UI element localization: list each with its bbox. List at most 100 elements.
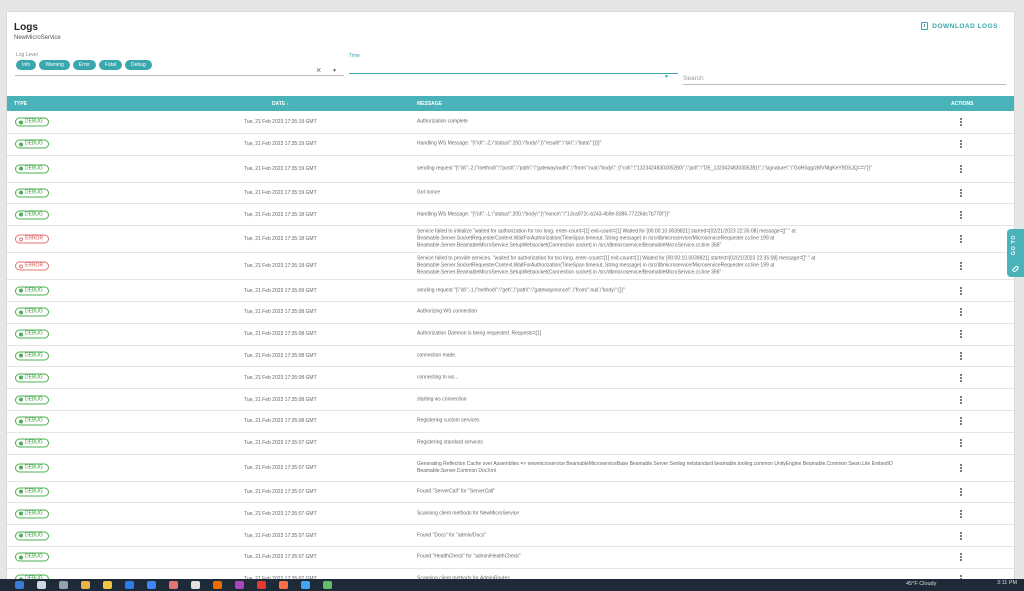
more-actions-icon[interactable] bbox=[960, 373, 963, 383]
log-level-label: Log Level bbox=[16, 52, 38, 58]
column-actions: ACTIONS bbox=[951, 101, 974, 107]
log-date: Tue, 21 Feb 2023 17:35:18 GMT bbox=[244, 263, 317, 270]
task-view-icon[interactable] bbox=[59, 581, 68, 589]
debug-icon bbox=[19, 310, 23, 315]
debug-icon bbox=[19, 397, 23, 402]
debug-icon bbox=[19, 120, 23, 125]
chrome-icon[interactable] bbox=[81, 581, 90, 589]
level-chip-warning[interactable]: Warning bbox=[39, 60, 70, 70]
log-type-label: DEBUG bbox=[25, 417, 43, 424]
log-message: Found "ServerCall" for "ServerCall" bbox=[417, 488, 495, 495]
error-icon bbox=[19, 264, 23, 269]
level-chip-error[interactable]: Error bbox=[72, 60, 96, 70]
table-row: DEBUG Tue, 21 Feb 2023 17:35:08 GMT Regist… bbox=[7, 411, 1014, 433]
log-type-label: ERROR bbox=[25, 235, 44, 242]
log-type-badge: DEBUG bbox=[15, 139, 49, 149]
log-message: Got nonce bbox=[417, 189, 441, 196]
debug-icon bbox=[19, 555, 23, 560]
app-icon-10[interactable] bbox=[235, 581, 244, 589]
more-actions-icon[interactable] bbox=[960, 395, 963, 405]
log-type-badge: DEBUG bbox=[15, 286, 49, 296]
more-actions-icon[interactable] bbox=[960, 234, 963, 244]
log-type-label: DEBUG bbox=[25, 352, 43, 359]
log-message: Authorization Daemon is being requested.… bbox=[417, 330, 542, 337]
weather-label[interactable]: 45°F Cloudy bbox=[906, 581, 936, 587]
log-date: Tue, 21 Feb 2023 17:35:19 GMT bbox=[244, 165, 317, 172]
app-icon-14[interactable] bbox=[323, 581, 332, 589]
table-row: DEBUG Tue, 21 Feb 2023 17:35:07 GMT Found … bbox=[7, 525, 1014, 547]
log-date: Tue, 21 Feb 2023 17:35:08 GMT bbox=[244, 331, 317, 338]
time-select[interactable] bbox=[349, 73, 678, 74]
log-type-badge: DEBUG bbox=[15, 531, 49, 541]
app-icon-13[interactable] bbox=[301, 581, 310, 589]
go-to-button[interactable]: GO TO bbox=[1007, 229, 1024, 277]
more-actions-icon[interactable] bbox=[960, 509, 963, 519]
app-icon-7[interactable] bbox=[169, 581, 178, 589]
column-date[interactable]: DATE ↓ bbox=[272, 101, 289, 107]
more-actions-icon[interactable] bbox=[960, 307, 963, 317]
more-actions-icon[interactable] bbox=[960, 117, 963, 127]
level-chip-info[interactable]: Info bbox=[16, 60, 37, 70]
more-actions-icon[interactable] bbox=[960, 261, 963, 271]
log-type-label: DEBUG bbox=[25, 330, 43, 337]
time-label: Time bbox=[349, 53, 360, 59]
download-logs-button[interactable]: DOWNLOAD LOGS bbox=[921, 22, 998, 30]
logs-panel: Logs NewMicroService DOWNLOAD LOGS Log L… bbox=[6, 11, 1015, 580]
file-explorer-icon[interactable] bbox=[103, 581, 112, 589]
log-date: Tue, 21 Feb 2023 17:35:07 GMT bbox=[244, 554, 317, 561]
clear-icon[interactable]: × bbox=[316, 66, 321, 75]
more-actions-icon[interactable] bbox=[960, 188, 963, 198]
more-actions-icon[interactable] bbox=[960, 139, 963, 149]
app-icon-11[interactable] bbox=[257, 581, 266, 589]
log-type-label: DEBUG bbox=[25, 189, 43, 196]
table-header: TYPE DATE ↓ MESSAGE ACTIONS bbox=[7, 96, 1014, 111]
more-actions-icon[interactable] bbox=[960, 351, 963, 361]
level-chip-fatal[interactable]: Fatal bbox=[98, 60, 123, 70]
app-icon-9[interactable] bbox=[213, 581, 222, 589]
search-input[interactable] bbox=[683, 73, 1006, 85]
log-message: Generating Reflection Cache over Assembl… bbox=[417, 460, 893, 474]
debug-icon bbox=[19, 441, 23, 446]
table-row: DEBUG Tue, 21 Feb 2023 17:35:08 GMT Author… bbox=[7, 324, 1014, 346]
app-icon-12[interactable] bbox=[279, 581, 288, 589]
search-icon[interactable] bbox=[37, 581, 46, 589]
more-actions-icon[interactable] bbox=[960, 438, 963, 448]
clock-time[interactable]: 3:11 PM bbox=[997, 580, 1017, 586]
more-actions-icon[interactable] bbox=[960, 416, 963, 426]
error-icon bbox=[19, 237, 23, 242]
more-actions-icon[interactable] bbox=[960, 329, 963, 339]
log-message: connection made. bbox=[417, 352, 457, 359]
chevron-down-icon[interactable]: ▼ bbox=[664, 74, 669, 80]
table-row: DEBUG Tue, 21 Feb 2023 17:35:19 GMT Got no… bbox=[7, 183, 1014, 205]
log-type-label: DEBUG bbox=[25, 308, 43, 315]
log-type-label: DEBUG bbox=[25, 510, 43, 517]
log-type-badge: DEBUG bbox=[15, 164, 49, 174]
log-type-badge: DEBUG bbox=[15, 438, 49, 448]
more-actions-icon[interactable] bbox=[960, 210, 963, 220]
log-message: sending request "{\"id\":-1,\"method\":\… bbox=[417, 287, 625, 294]
level-chip-debug[interactable]: Debug bbox=[125, 60, 152, 70]
link-icon bbox=[1011, 265, 1020, 273]
chevron-down-icon[interactable]: ▼ bbox=[332, 68, 337, 74]
table-row: DEBUG Tue, 21 Feb 2023 17:35:08 GMT starti… bbox=[7, 389, 1014, 411]
more-actions-icon[interactable] bbox=[960, 286, 963, 296]
log-date: Tue, 21 Feb 2023 17:35:09 GMT bbox=[244, 287, 317, 294]
log-date: Tue, 21 Feb 2023 17:35:08 GMT bbox=[244, 352, 317, 359]
vscode-icon[interactable] bbox=[125, 581, 134, 589]
debug-icon bbox=[19, 353, 23, 358]
more-actions-icon[interactable] bbox=[960, 531, 963, 541]
more-actions-icon[interactable] bbox=[960, 164, 963, 174]
more-actions-icon[interactable] bbox=[960, 552, 963, 562]
log-date: Tue, 21 Feb 2023 17:35:19 GMT bbox=[244, 119, 317, 126]
more-actions-icon[interactable] bbox=[960, 463, 963, 473]
log-type-badge: DEBUG bbox=[15, 552, 49, 562]
log-message: Handling WS Message. "{\"id\":-2,\"statu… bbox=[417, 140, 602, 147]
log-type-badge: DEBUG bbox=[15, 307, 49, 317]
log-message: Scanning client methods for NewMicroServ… bbox=[417, 510, 519, 517]
start-icon[interactable] bbox=[15, 581, 24, 589]
log-level-select[interactable]: Info Warning Error Fatal Debug bbox=[16, 60, 152, 70]
log-type-label: DEBUG bbox=[25, 165, 43, 172]
app-icon-8[interactable] bbox=[191, 581, 200, 589]
app-icon-6[interactable] bbox=[147, 581, 156, 589]
more-actions-icon[interactable] bbox=[960, 487, 963, 497]
